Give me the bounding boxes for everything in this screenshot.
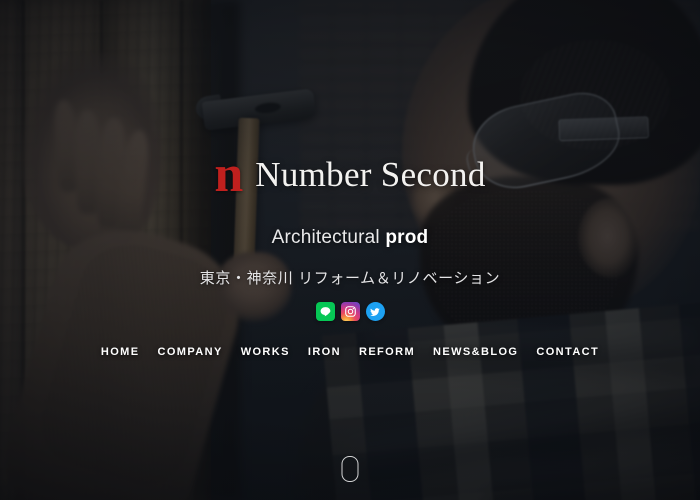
nav-item-news-blog[interactable]: NEWS&BLOG	[433, 346, 518, 358]
hero-subtitle: 東京・神奈川 リフォーム＆リノベーション	[199, 270, 501, 287]
nav-item-company[interactable]: COMPANY	[157, 346, 222, 358]
nav-item-contact[interactable]: CONTACT	[536, 346, 599, 358]
instagram-icon	[344, 305, 357, 318]
logo-mark-n-icon: n	[214, 146, 243, 203]
hero-tagline: Architectural prod	[272, 227, 429, 249]
social-link-twitter[interactable]	[365, 302, 385, 321]
nav-item-reform[interactable]: REFORM	[359, 346, 415, 358]
nav-item-iron[interactable]: IRON	[308, 346, 341, 358]
hero-section: n Number Second Architectural prod 東京・神奈…	[0, 0, 700, 500]
main-navigation: HOME COMPANY WORKS IRON REFORM NEWS&BLOG…	[101, 346, 599, 358]
social-links	[315, 302, 385, 321]
tagline-light-part: Architectural	[271, 227, 380, 248]
site-logo[interactable]: n Number Second	[214, 146, 486, 203]
tagline-bold-part: prod	[385, 227, 429, 248]
social-link-line[interactable]	[315, 302, 335, 321]
nav-item-works[interactable]: WORKS	[241, 346, 290, 358]
hero-content: n Number Second Architectural prod 東京・神奈…	[0, 0, 700, 500]
social-link-instagram[interactable]	[340, 302, 360, 321]
nav-item-home[interactable]: HOME	[101, 346, 140, 358]
line-icon	[319, 305, 332, 318]
twitter-bird-icon	[369, 306, 381, 318]
logo-wordmark: Number Second	[255, 155, 486, 194]
